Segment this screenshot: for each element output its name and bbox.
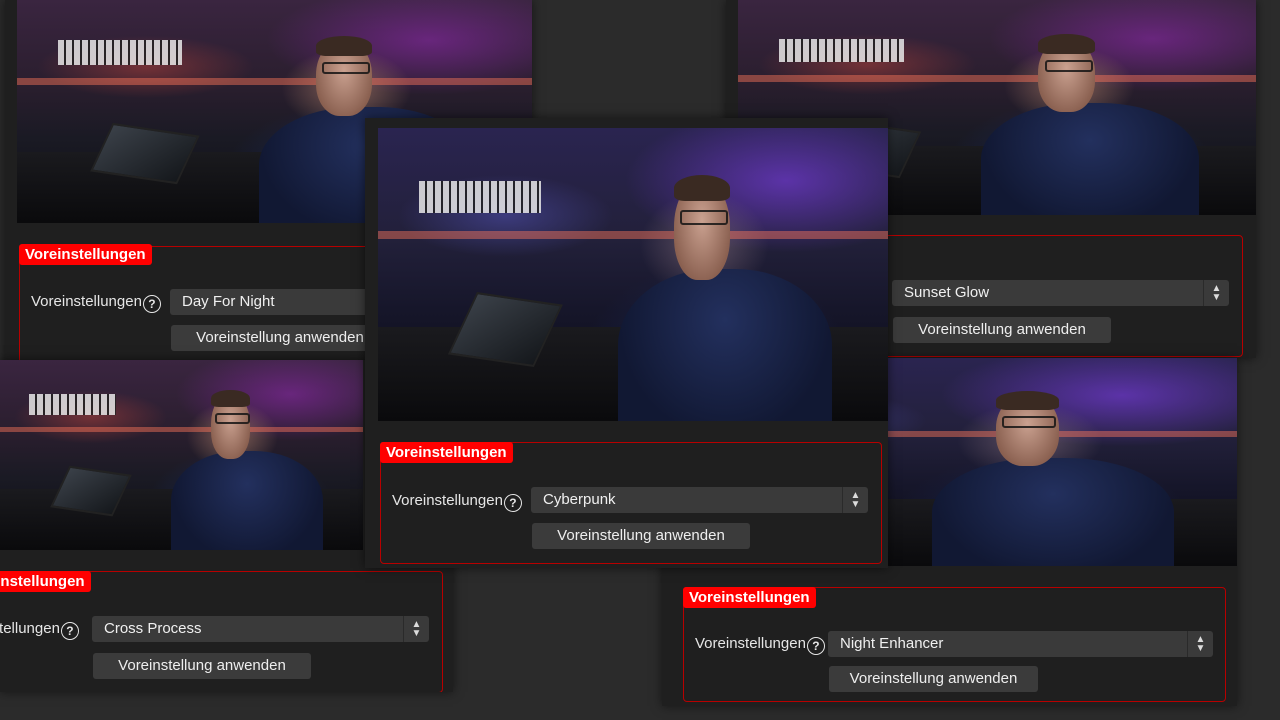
presets-group-title-text: Voreinstellungen — [0, 573, 85, 590]
chevron-up-down-icon: ▲ ▼ — [1187, 631, 1213, 657]
presets-select[interactable]: Cross Process ▲ ▼ — [92, 616, 429, 642]
help-icon[interactable]: ? — [806, 637, 825, 655]
presets-field-label: Voreinstellungen? — [392, 492, 522, 512]
preview-image — [0, 360, 363, 550]
chevron-up-down-icon: ▲ ▼ — [403, 616, 429, 642]
apply-preset-button[interactable]: Voreinstellung anwenden — [829, 666, 1038, 692]
help-icon[interactable]: ? — [142, 295, 161, 313]
presets-select[interactable]: Sunset Glow ▲ ▼ — [892, 280, 1229, 306]
presets-select-value: Cross Process — [104, 620, 202, 637]
apply-preset-button[interactable]: Voreinstellung anwenden — [171, 325, 389, 351]
presets-group-title: Voreinstellungen — [380, 442, 513, 463]
presets-group-title: Voreinstellungen — [683, 587, 816, 608]
filter-panel-cyberpunk: Voreinstellungen Voreinstellungen? Cyber… — [365, 118, 888, 568]
apply-preset-button[interactable]: Voreinstellung anwenden — [532, 523, 750, 549]
presets-label-text: Voreinstellungen — [31, 293, 142, 310]
presets-select[interactable]: Night Enhancer ▲ ▼ — [828, 631, 1213, 657]
presets-label-text: Voreinstellungen — [0, 620, 60, 637]
presets-select-value: Cyberpunk — [543, 491, 616, 508]
chevron-up-down-icon: ▲ ▼ — [1203, 280, 1229, 306]
presets-field-label: Voreinstellungen? — [0, 620, 79, 640]
help-icon[interactable]: ? — [60, 622, 79, 640]
presets-label-text: Voreinstellungen — [392, 492, 503, 509]
apply-preset-button[interactable]: Voreinstellung anwenden — [93, 653, 311, 679]
chevron-up-down-icon: ▲ ▼ — [842, 487, 868, 513]
presets-field-label: Voreinstellungen? — [695, 635, 825, 655]
preview-image — [378, 128, 888, 421]
presets-field-label: Voreinstellungen? — [31, 293, 161, 313]
presets-group-title: Voreinstellungen — [19, 244, 152, 265]
apply-preset-button[interactable]: Voreinstellung anwenden — [893, 317, 1111, 343]
presets-label-text: Voreinstellungen — [695, 635, 806, 652]
help-icon[interactable]: ? — [503, 494, 522, 512]
presets-select[interactable]: Cyberpunk ▲ ▼ — [531, 487, 868, 513]
presets-group-title: Voreinstellungen — [0, 571, 91, 592]
presets-select-value: Night Enhancer — [840, 635, 944, 652]
presets-select-value: Sunset Glow — [904, 284, 990, 301]
